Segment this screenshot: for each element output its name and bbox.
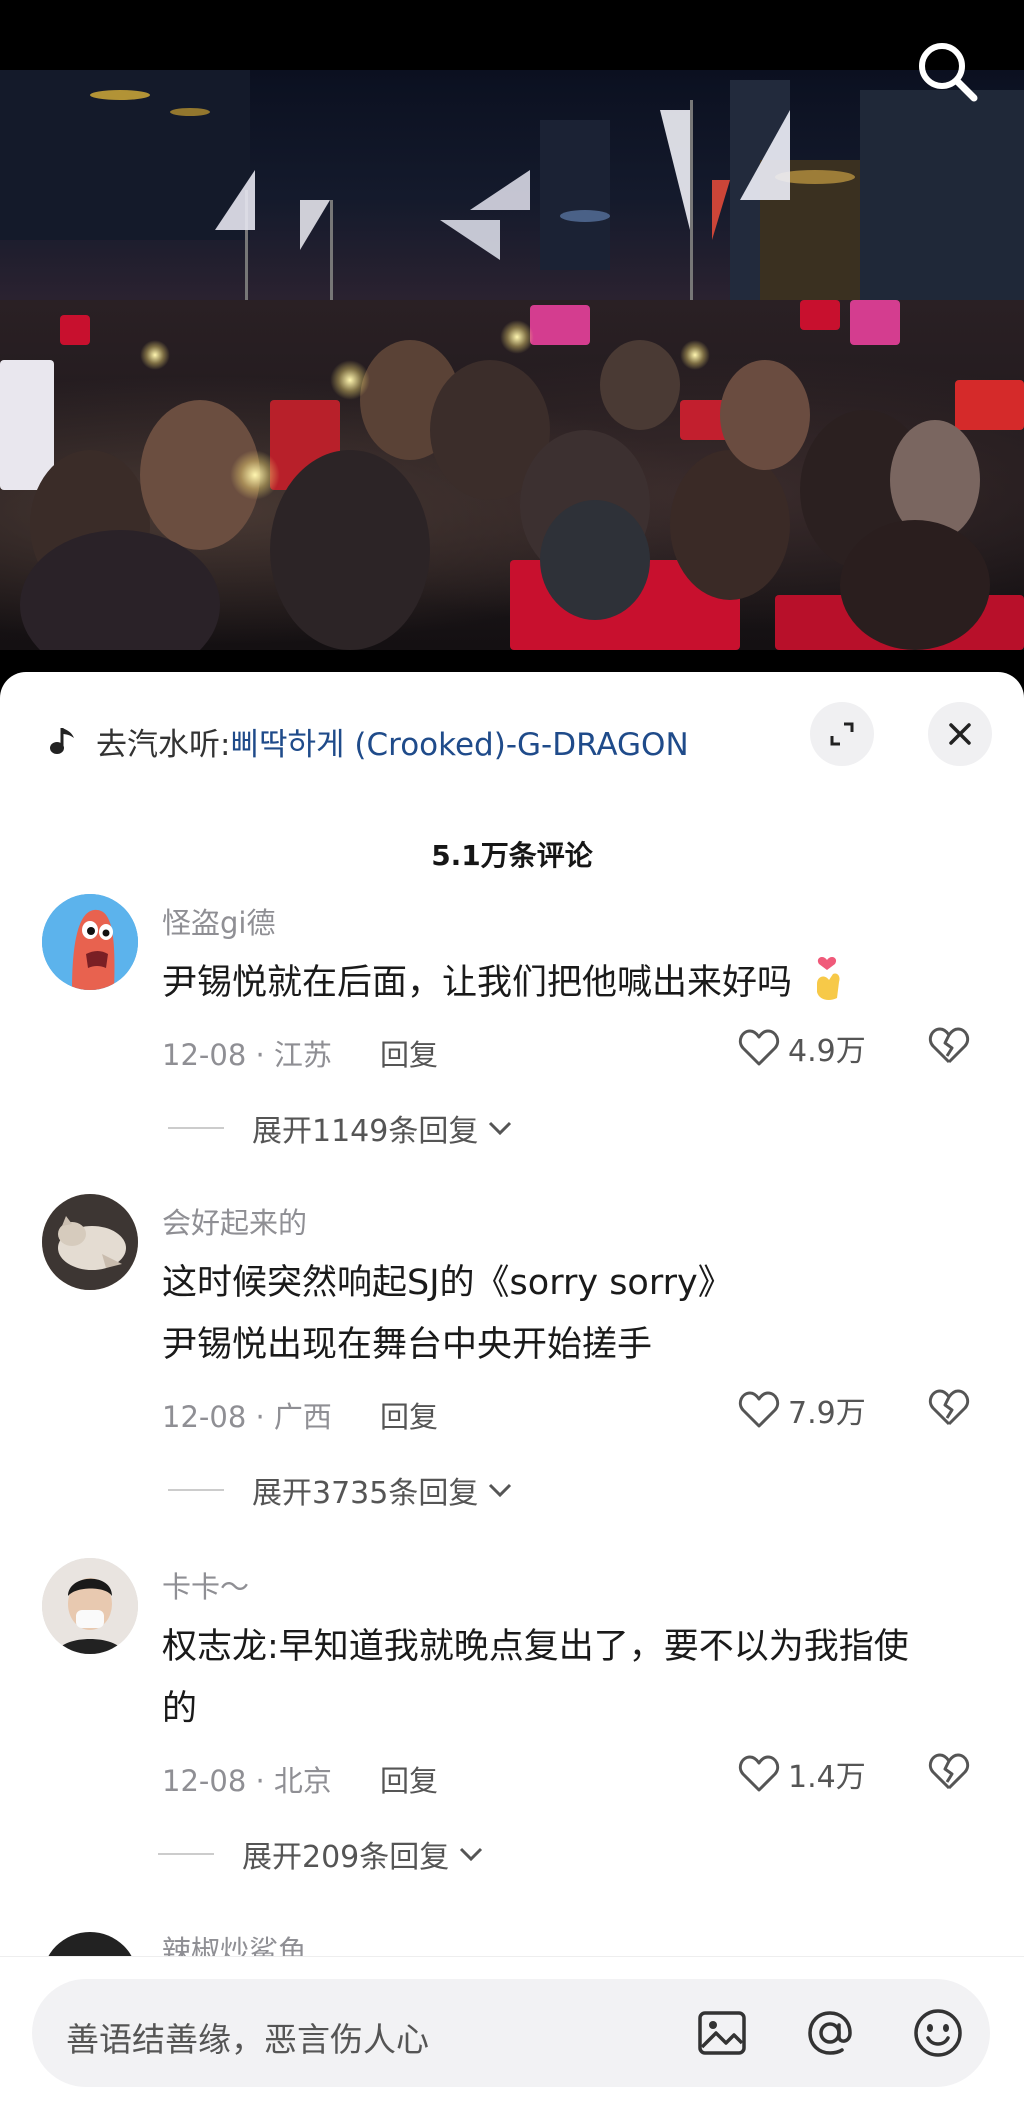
like-count: 1.4万 — [788, 1760, 866, 1795]
close-button[interactable] — [928, 702, 992, 766]
comment-text: 尹锡悦就在后面，让我们把他喊出来好吗 — [162, 952, 982, 1014]
expand-replies-label: 展开1149条回复 — [252, 1114, 479, 1149]
avatar[interactable] — [42, 1194, 138, 1290]
mention-button[interactable] — [802, 2005, 858, 2061]
chevron-down-icon — [489, 1121, 512, 1136]
expand-replies[interactable]: 展开209条回复 — [158, 1832, 485, 1876]
music-song-title[interactable]: 삐딱하게 (Crooked)-G-DRAGON — [230, 719, 688, 764]
comment-sheet: 去汽水听: 삐딱하게 (Crooked)-G-DRAGON 5.1万条评论 怪盗… — [0, 672, 1024, 2108]
heart-icon — [738, 1029, 780, 1066]
heart-icon — [738, 1755, 780, 1792]
music-link[interactable]: 去汽水听: 삐딱하게 (Crooked)-G-DRAGON — [48, 716, 689, 766]
dislike-button[interactable] — [928, 1752, 970, 1796]
comment-input[interactable]: 善语结善缘，恶言伤人心 — [32, 1979, 990, 2087]
comment-input-bar: 善语结善缘，恶言伤人心 — [0, 1956, 1024, 2108]
video-frame — [0, 70, 1024, 650]
expand-replies-label: 展开3735条回复 — [252, 1476, 479, 1511]
expand-icon — [830, 722, 854, 746]
chevron-down-icon — [460, 1847, 483, 1862]
avatar-cat-icon — [42, 1194, 138, 1290]
avatar[interactable] — [42, 1558, 138, 1654]
comment-item: 怪盗gi德 尹锡悦就在后面，让我们把他喊出来好吗 12-08 · 江苏 回复 4… — [0, 894, 1024, 1194]
comment-line: 权志龙:早知道我就晚点复出了，要不以为我指使 — [162, 1627, 909, 1667]
username[interactable]: 怪盗gi德 — [162, 900, 275, 942]
video-player[interactable] — [0, 0, 1024, 650]
search-icon — [919, 43, 978, 102]
username[interactable]: 卡卡～ — [162, 1564, 249, 1606]
comment-line: 这时候突然响起SJ的《sorry sorry》 — [162, 1263, 733, 1303]
comment-line: 尹锡悦就在后面，让我们把他喊出来好吗 — [162, 963, 793, 1003]
broken-heart-icon — [928, 1753, 970, 1790]
avatar-cartoon-icon — [42, 894, 138, 990]
comment-input-placeholder: 善语结善缘，恶言伤人心 — [66, 2020, 429, 2059]
like-count: 7.9万 — [788, 1396, 866, 1431]
comment-meta: 12-08 · 广西 — [162, 1400, 332, 1434]
avatar[interactable] — [42, 894, 138, 990]
broken-heart-icon — [928, 1027, 970, 1064]
comment-text: 权志龙:早知道我就晚点复出了，要不以为我指使 的 — [162, 1616, 982, 1740]
search-button[interactable] — [908, 32, 988, 112]
smiley-icon — [914, 2009, 962, 2057]
music-prefix: 去汽水听: — [96, 726, 231, 763]
dislike-button[interactable] — [928, 1388, 970, 1432]
comment-line: 的 — [162, 1689, 198, 1729]
expand-replies[interactable]: 展开1149条回复 — [168, 1106, 514, 1150]
reply-button[interactable]: 回复 — [380, 1032, 438, 1074]
chevron-down-icon — [489, 1483, 512, 1498]
image-button[interactable] — [694, 2005, 750, 2061]
like-count: 4.9万 — [788, 1034, 866, 1069]
comment-meta: 12-08 · 北京 — [162, 1764, 332, 1798]
reply-button[interactable]: 回复 — [380, 1758, 438, 1800]
comment-count: 5.1万条评论 — [431, 839, 593, 872]
heart-icon — [738, 1391, 780, 1428]
comment-line: 尹锡悦出现在舞台中央开始搓手 — [162, 1325, 653, 1365]
dislike-button[interactable] — [928, 1026, 970, 1070]
fullscreen-button[interactable] — [810, 702, 874, 766]
expand-replies[interactable]: 展开3735条回复 — [168, 1468, 514, 1512]
finger-heart-emoji-icon — [817, 957, 840, 1000]
broken-heart-icon — [928, 1389, 970, 1426]
comment-item: 卡卡～ 权志龙:早知道我就晚点复出了，要不以为我指使 的 12-08 · 北京 … — [0, 1558, 1024, 1918]
avatar-person-icon — [42, 1558, 138, 1654]
emoji-button[interactable] — [910, 2005, 966, 2061]
close-icon — [949, 723, 971, 745]
at-sign-icon — [808, 2011, 852, 2055]
comment-item: 会好起来的 这时候突然响起SJ的《sorry sorry》 尹锡悦出现在舞台中央… — [0, 1194, 1024, 1558]
music-note-icon — [50, 728, 74, 754]
like-button[interactable]: 4.9万 — [738, 1026, 866, 1070]
image-icon — [698, 2011, 746, 2055]
like-button[interactable]: 7.9万 — [738, 1388, 866, 1432]
comment-text: 这时候突然响起SJ的《sorry sorry》 尹锡悦出现在舞台中央开始搓手 — [162, 1252, 982, 1376]
reply-button[interactable]: 回复 — [380, 1394, 438, 1436]
comment-meta: 12-08 · 江苏 — [162, 1038, 332, 1072]
like-button[interactable]: 1.4万 — [738, 1752, 866, 1796]
expand-replies-label: 展开209条回复 — [242, 1840, 450, 1875]
username[interactable]: 会好起来的 — [162, 1200, 307, 1242]
